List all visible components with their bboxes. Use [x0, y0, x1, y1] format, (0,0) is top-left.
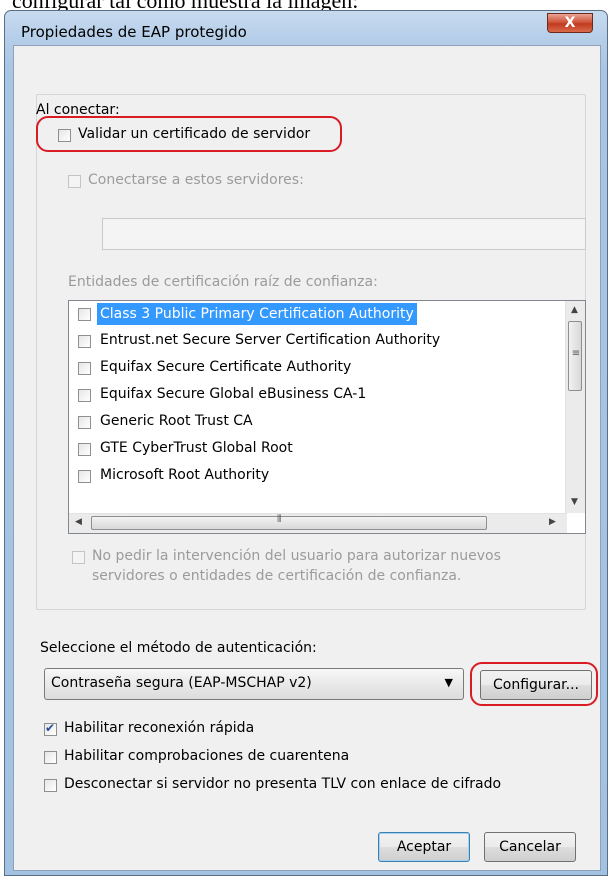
list-item[interactable]: Entrust.net Secure Server Certification … — [69, 328, 559, 355]
chevron-down-icon: ▼ — [444, 676, 453, 689]
scroll-down-icon[interactable]: ▼ — [571, 497, 578, 507]
list-item[interactable]: Equifax Secure Global eBusiness CA-1 — [69, 382, 559, 409]
list-item-label: Generic Root Trust CA — [100, 413, 253, 429]
no-prompt-checkbox[interactable] — [72, 551, 85, 564]
list-item-label: Equifax Secure Certificate Authority — [100, 359, 352, 375]
vertical-scroll-thumb[interactable]: ≡ — [568, 321, 582, 391]
close-button[interactable]: X — [547, 13, 593, 33]
list-item[interactable]: GTE CyberTrust Global Root — [69, 436, 559, 463]
root-ca-list[interactable]: Class 3 Public Primary Certification Aut… — [68, 300, 586, 534]
connect-servers-checkbox[interactable] — [68, 175, 81, 188]
scroll-up-icon[interactable]: ▲ — [571, 305, 578, 315]
dialog-window: Propiedades de EAP protegido X Al conect… — [4, 10, 608, 876]
grip-icon: ≡ — [571, 348, 581, 359]
highlight-ring-validate — [36, 116, 342, 152]
fast-reconnect-checkbox[interactable] — [44, 721, 57, 736]
no-prompt-label-line1[interactable]: No pedir la intervención del usuario par… — [92, 548, 501, 564]
horizontal-scroll-thumb[interactable]: ⦀ — [91, 514, 487, 530]
list-item-checkbox[interactable] — [78, 416, 91, 429]
auth-method-label: Seleccione el método de autenticación: — [40, 640, 317, 656]
scroll-left-icon[interactable]: ◀ — [75, 517, 82, 527]
list-item-label: Microsoft Root Authority — [100, 467, 270, 483]
dialog-client: Al conectar: Validar un certificado de s… — [13, 45, 601, 871]
highlight-ring-configure — [470, 662, 598, 706]
auth-method-value: Contraseña segura (EAP-MSCHAP v2) — [51, 675, 312, 691]
close-icon: X — [564, 15, 576, 31]
list-item[interactable]: Class 3 Public Primary Certification Aut… — [69, 301, 559, 328]
tlv-disconnect-checkbox[interactable] — [44, 779, 57, 792]
auth-method-select[interactable]: Contraseña segura (EAP-MSCHAP v2) ▼ — [44, 668, 464, 700]
root-ca-label: Entidades de certificación raíz de confi… — [68, 274, 378, 290]
list-item-checkbox[interactable] — [78, 308, 91, 321]
list-item-checkbox[interactable] — [78, 470, 91, 483]
list-item-label: Equifax Secure Global eBusiness CA-1 — [100, 386, 367, 402]
list-item[interactable]: Equifax Secure Certificate Authority — [69, 355, 559, 382]
list-item-label: GTE CyberTrust Global Root — [100, 440, 293, 456]
cancel-button[interactable]: Cancelar — [484, 832, 576, 862]
horizontal-scrollbar[interactable]: ◀ ⦀ ▶ — [69, 513, 567, 533]
window-title: Propiedades de EAP protegido — [21, 23, 247, 41]
list-item-label: Entrust.net Secure Server Certification … — [100, 332, 441, 348]
tlv-disconnect-label[interactable]: Desconectar si servidor no presenta TLV … — [64, 776, 501, 792]
ok-button[interactable]: Aceptar — [378, 832, 470, 862]
list-item-checkbox[interactable] — [78, 335, 91, 348]
cancel-button-label: Cancelar — [499, 839, 561, 855]
connect-servers-label[interactable]: Conectarse a estos servidores: — [88, 172, 304, 188]
list-item-checkbox[interactable] — [78, 389, 91, 402]
grip-icon: ⦀ — [277, 514, 282, 525]
list-item-checkbox[interactable] — [78, 362, 91, 375]
vertical-scrollbar[interactable]: ▲ ≡ ▼ — [565, 301, 585, 513]
list-item[interactable]: Generic Root Trust CA — [69, 409, 559, 436]
quarantine-checks-checkbox[interactable] — [44, 751, 57, 764]
servers-input[interactable] — [102, 218, 586, 250]
ok-button-label: Aceptar — [396, 839, 452, 855]
scroll-right-icon[interactable]: ▶ — [549, 517, 556, 527]
list-item-label: Class 3 Public Primary Certification Aut… — [97, 303, 417, 325]
list-item-checkbox[interactable] — [78, 443, 91, 456]
quarantine-checks-label[interactable]: Habilitar comprobaciones de cuarentena — [64, 748, 349, 764]
no-prompt-label-line2[interactable]: servidores o entidades de certificación … — [92, 568, 461, 584]
list-item[interactable]: Microsoft Root Authority — [69, 463, 559, 490]
fast-reconnect-label[interactable]: Habilitar reconexión rápida — [64, 720, 254, 736]
